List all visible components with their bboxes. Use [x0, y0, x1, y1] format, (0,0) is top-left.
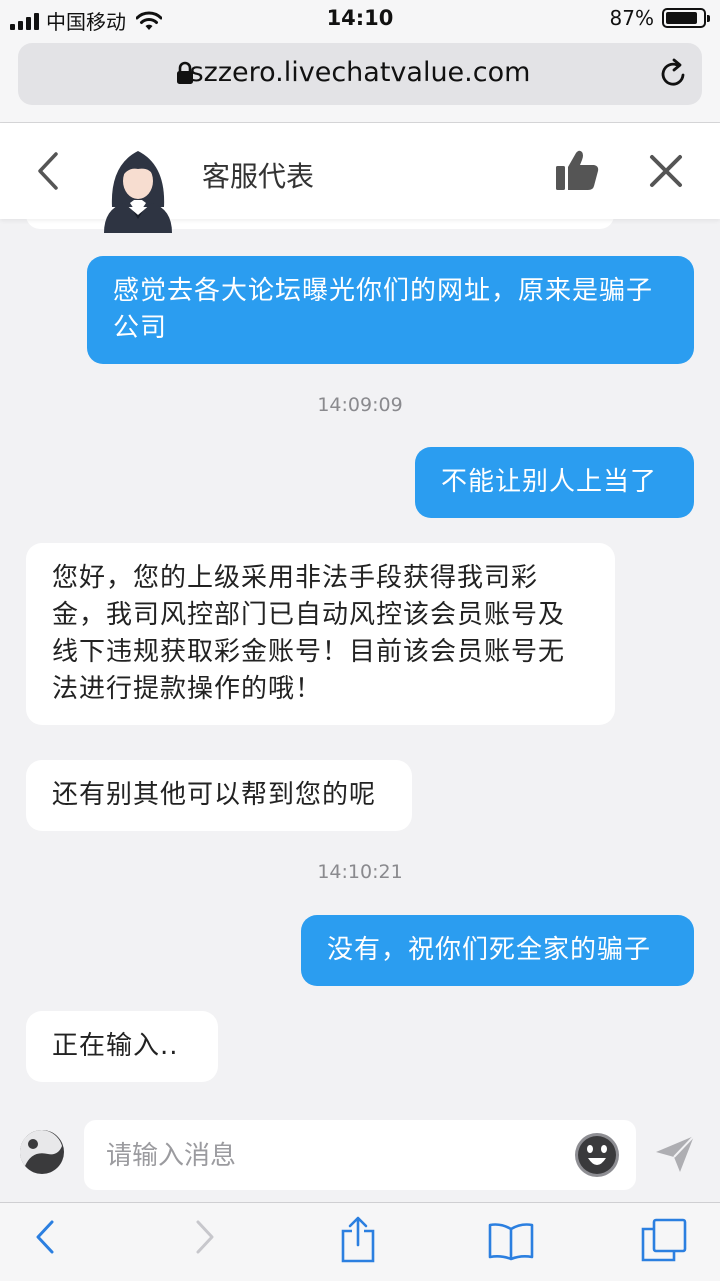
message-incoming: 还有别其他可以帮到您的呢: [26, 760, 412, 831]
message-input-box[interactable]: [84, 1120, 636, 1190]
address-bar[interactable]: szzero.livechatvalue.com: [18, 43, 702, 105]
battery-icon: [662, 8, 710, 28]
reload-icon[interactable]: [658, 57, 688, 89]
message-outgoing: 感觉去各大论坛曝光你们的网址，原来是骗子公司: [87, 256, 694, 364]
back-chevron-icon[interactable]: [34, 151, 62, 191]
message-incoming: 您好，您的上级采用非法手段获得我司彩金，我司风控部门已自动风控该会员账号及线下违…: [26, 543, 615, 725]
url-text[interactable]: szzero.livechatvalue.com: [18, 57, 702, 88]
thumbs-up-icon[interactable]: [554, 149, 600, 191]
tabs-icon[interactable]: [640, 1217, 688, 1263]
browser-toolbar: [0, 1202, 720, 1281]
image-upload-icon[interactable]: [18, 1128, 66, 1176]
battery-percent: 87%: [609, 6, 654, 30]
message-outgoing: 没有，祝你们死全家的骗子: [301, 915, 694, 986]
message-list[interactable]: 感觉去各大论坛曝光你们的网址，原来是骗子公司 14:09:09 不能让别人上当了…: [0, 219, 720, 1099]
message-outgoing: 不能让别人上当了: [415, 447, 694, 518]
message-timestamp: 14:09:09: [317, 394, 403, 416]
typing-indicator: 正在输入..: [26, 1011, 218, 1082]
browser-forward-icon[interactable]: [194, 1219, 216, 1255]
emoji-icon[interactable]: [574, 1132, 620, 1178]
share-icon[interactable]: [340, 1215, 376, 1263]
browser-address-area: szzero.livechatvalue.com: [0, 38, 720, 123]
chat-header: 客服代表: [0, 123, 720, 233]
composer: [0, 1108, 720, 1202]
status-right: 87%: [609, 6, 710, 30]
bookmarks-icon[interactable]: [487, 1221, 535, 1261]
browser-back-icon[interactable]: [34, 1219, 56, 1255]
status-bar: 中国移动 14:10 87%: [0, 0, 720, 38]
agent-name: 客服代表: [202, 160, 315, 193]
agent-avatar: [104, 151, 172, 233]
message-input[interactable]: [104, 1136, 568, 1176]
send-icon[interactable]: [654, 1134, 696, 1174]
close-icon[interactable]: [648, 153, 684, 189]
battery-fill: [666, 12, 697, 24]
message-timestamp: 14:10:21: [317, 861, 403, 883]
